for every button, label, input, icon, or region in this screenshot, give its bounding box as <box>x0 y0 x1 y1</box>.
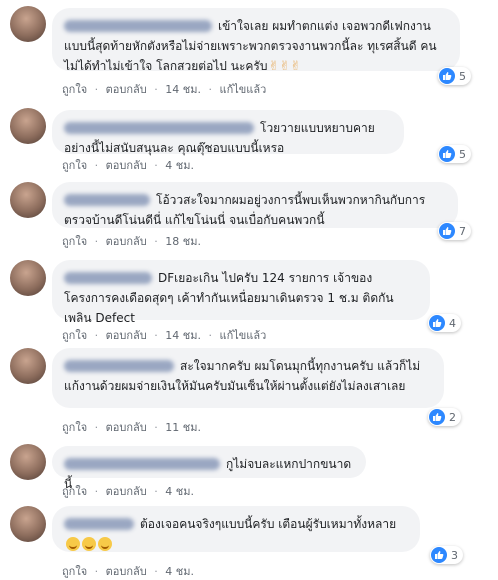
separator: · <box>154 485 158 498</box>
like-link[interactable]: ถูกใจ <box>62 421 87 434</box>
reply-link[interactable]: ตอบกลับ <box>106 421 147 434</box>
separator: · <box>154 421 158 434</box>
grinning-face-icon <box>98 536 112 551</box>
reaction-count[interactable]: 4 <box>428 314 461 332</box>
commenter-name[interactable] <box>64 193 150 206</box>
comment-actions: ถูกใจ · ตอบกลับ · 4 ชม. <box>62 562 198 580</box>
separator: · <box>208 329 212 342</box>
timestamp[interactable]: 14 ชม. <box>165 83 201 96</box>
comment-text: ต้องเจอคนจริงๆแบบนี้ครับ เตือนผู้รับเหมา… <box>140 517 397 531</box>
reply-link[interactable]: ตอบกลับ <box>106 329 147 342</box>
reaction-number: 5 <box>459 69 466 83</box>
reply-link[interactable]: ตอบกลับ <box>106 83 147 96</box>
timestamp[interactable]: 4 ชม. <box>165 565 194 578</box>
edited-label[interactable]: แก้ไขแล้ว <box>219 83 266 96</box>
comment-bubble: สะใจมากครับ ผมโดนมุกนี้ทุกงานครับ แล้วก็… <box>52 348 444 408</box>
like-link[interactable]: ถูกใจ <box>62 235 87 248</box>
grinning-face-icon <box>82 536 96 551</box>
like-link[interactable]: ถูกใจ <box>62 565 87 578</box>
reaction-number: 3 <box>451 548 458 562</box>
avatar[interactable] <box>10 182 46 218</box>
comment-bubble: กูไม่จบละแหกปากขนาดนี้ <box>52 446 366 491</box>
commenter-name[interactable] <box>64 517 134 530</box>
comment-actions: ถูกใจ · ตอบกลับ · 4 ชม. <box>62 156 198 174</box>
avatar[interactable] <box>10 108 46 144</box>
like-icon <box>429 315 445 331</box>
like-link[interactable]: ถูกใจ <box>62 159 87 172</box>
like-icon <box>439 223 455 239</box>
like-link[interactable]: ถูกใจ <box>62 485 87 498</box>
edited-label[interactable]: แก้ไขแล้ว <box>219 329 266 342</box>
grinning-face-icon <box>66 536 80 551</box>
timestamp[interactable]: 11 ชม. <box>165 421 201 434</box>
commenter-name[interactable] <box>64 19 212 32</box>
avatar[interactable] <box>10 260 46 296</box>
comment-actions: ถูกใจ · ตอบกลับ · 18 ชม. <box>62 232 205 250</box>
reply-link[interactable]: ตอบกลับ <box>106 235 147 248</box>
separator: · <box>94 83 99 96</box>
comment-actions: ถูกใจ · ตอบกลับ · 14 ชม. · แก้ไขแล้ว <box>62 80 270 98</box>
timestamp[interactable]: 4 ชม. <box>165 159 194 172</box>
reaction-count[interactable]: 2 <box>428 408 461 426</box>
reaction-count[interactable]: 5 <box>438 145 471 163</box>
separator: · <box>154 83 158 96</box>
separator: · <box>94 485 99 498</box>
comment-bubble: โอ้ววสะใจมากผมอยู่วงการนี้พบเห็นพวกหากิน… <box>52 182 458 228</box>
commenter-name[interactable] <box>64 121 254 134</box>
separator: · <box>94 565 99 578</box>
timestamp[interactable]: 14 ชม. <box>165 329 201 342</box>
separator: · <box>154 565 158 578</box>
comment-bubble: โวยวายแบบหยาบคายอย่างนี้ไม่สนับสนุนละ คุ… <box>52 110 404 155</box>
separator: · <box>94 159 99 172</box>
like-link[interactable]: ถูกใจ <box>62 83 87 96</box>
avatar[interactable] <box>10 506 46 542</box>
like-icon <box>429 409 445 425</box>
like-icon <box>439 146 455 162</box>
separator: · <box>94 421 99 434</box>
reaction-count[interactable]: 7 <box>438 222 471 240</box>
reaction-number: 7 <box>459 224 466 238</box>
comment-bubble: เข้าใจเลย ผมทำตกแต่ง เจอพวกดีเฟกงานแบบนี… <box>52 8 460 74</box>
separator: · <box>208 83 212 96</box>
reply-link[interactable]: ตอบกลับ <box>106 485 147 498</box>
reply-link[interactable]: ตอบกลับ <box>106 159 147 172</box>
avatar[interactable] <box>10 348 46 384</box>
timestamp[interactable]: 18 ชม. <box>165 235 201 248</box>
reaction-number: 2 <box>449 410 456 424</box>
like-icon <box>431 547 447 563</box>
separator: · <box>94 329 99 342</box>
like-icon <box>439 68 455 84</box>
separator: · <box>94 235 99 248</box>
separator: · <box>154 235 158 248</box>
like-link[interactable]: ถูกใจ <box>62 329 87 342</box>
reply-link[interactable]: ตอบกลับ <box>106 565 147 578</box>
separator: · <box>154 329 158 342</box>
reaction-number: 4 <box>449 316 456 330</box>
comment-actions: ถูกใจ · ตอบกลับ · 11 ชม. <box>62 418 205 436</box>
reaction-count[interactable]: 3 <box>430 546 463 564</box>
comment-bubble: DFเยอะเกิน ไปครับ 124 รายการ เจ้าของโครง… <box>52 260 430 325</box>
comment-actions: ถูกใจ · ตอบกลับ · 4 ชม. <box>62 482 198 500</box>
avatar[interactable] <box>10 444 46 480</box>
reaction-number: 5 <box>459 147 466 161</box>
avatar[interactable] <box>10 6 46 42</box>
timestamp[interactable]: 4 ชม. <box>165 485 194 498</box>
commenter-name[interactable] <box>64 359 174 372</box>
reaction-count[interactable]: 5 <box>438 67 471 85</box>
commenter-name[interactable] <box>64 271 152 284</box>
victory-hand-icons: ✌✌✌ <box>268 59 302 74</box>
commenter-name[interactable] <box>64 457 220 470</box>
separator: · <box>154 159 158 172</box>
comment-bubble: ต้องเจอคนจริงๆแบบนี้ครับ เตือนผู้รับเหมา… <box>52 506 420 552</box>
comment-actions: ถูกใจ · ตอบกลับ · 14 ชม. · แก้ไขแล้ว <box>62 326 270 344</box>
